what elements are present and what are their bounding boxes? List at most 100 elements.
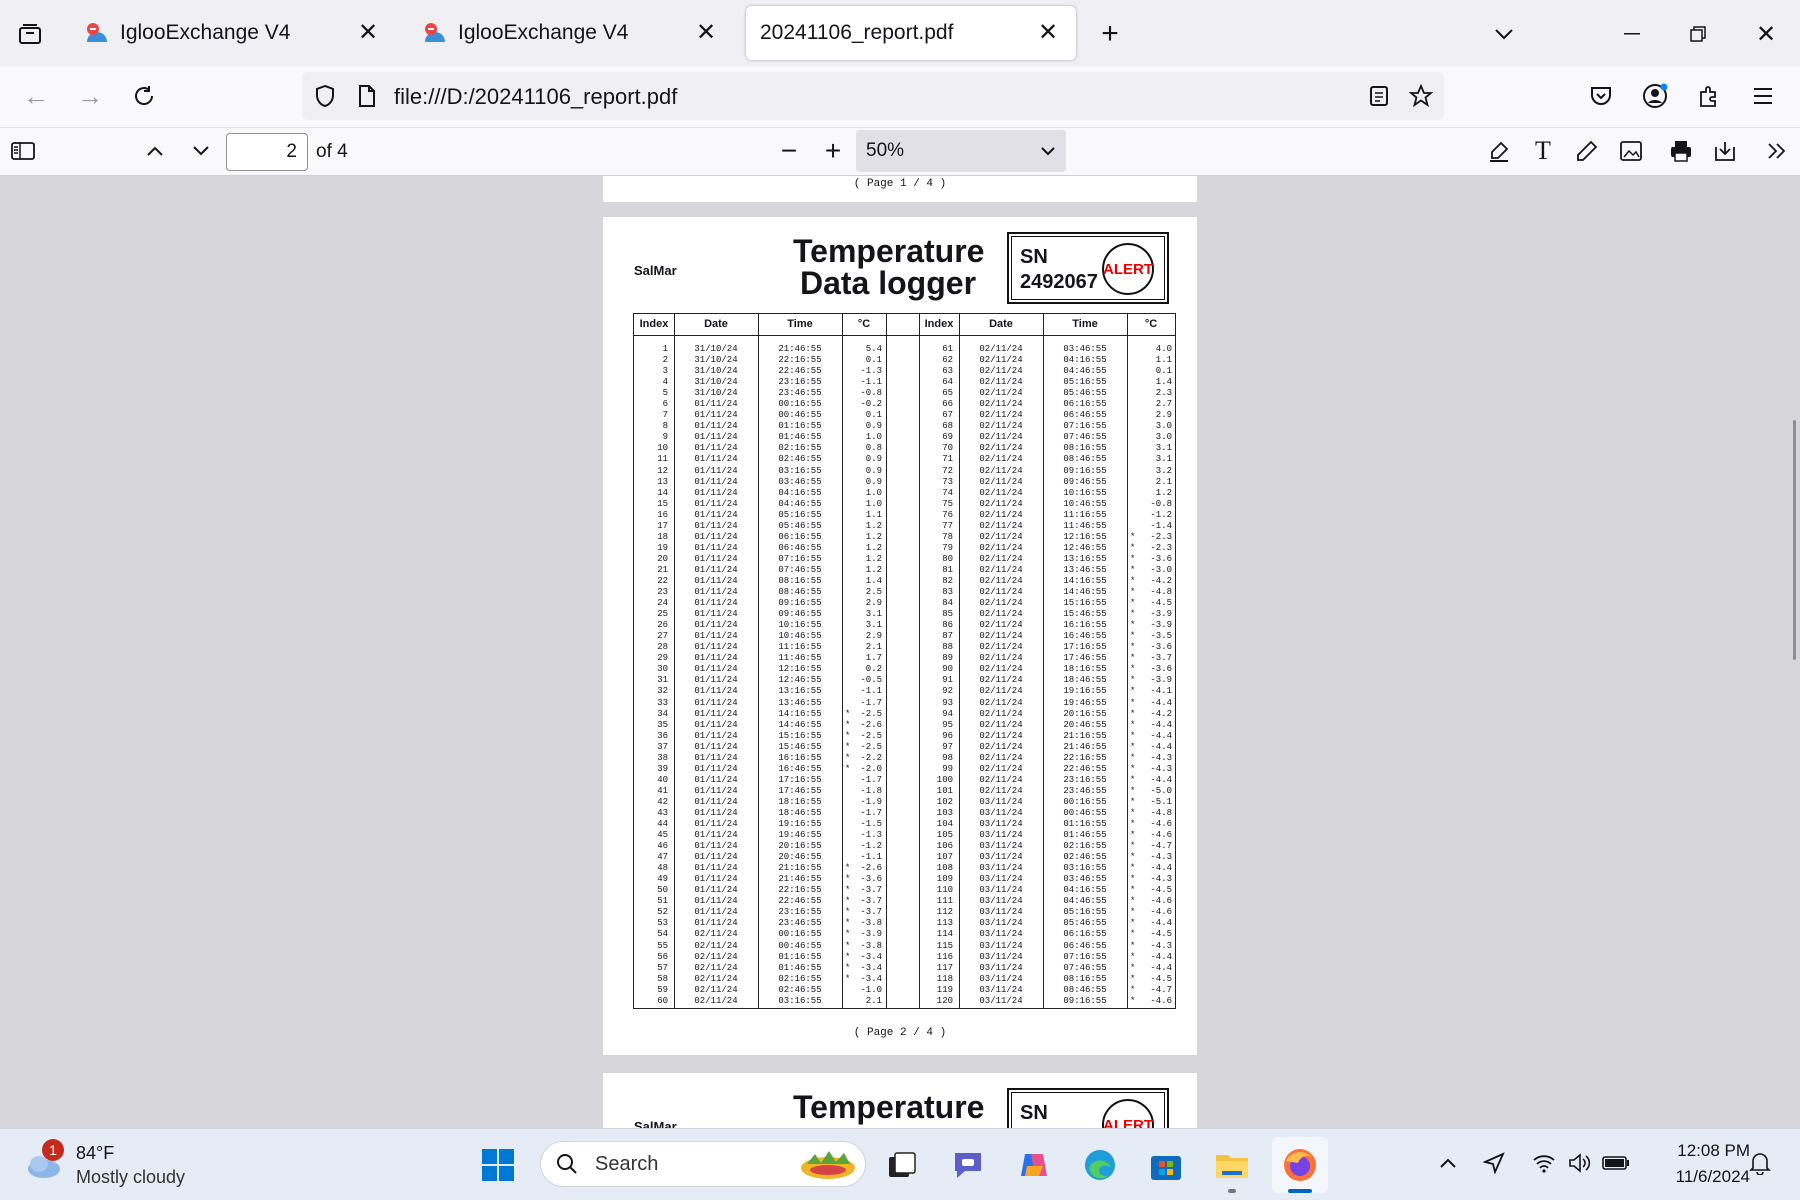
reader-view-icon[interactable] [1364,81,1394,111]
col-header-index: Index [639,318,669,330]
sn-label: SN [1020,246,1048,268]
temperature-column: 5.4 0.1 -1.3 -1.1 -0.8 -0.2 0.1 0.9 1.0 … [860,344,882,1006]
pdf-viewer[interactable]: ( Page 1 / 4 ) SalMar Temperature Data l… [0,176,1800,1128]
page-count-label: of 4 [316,141,348,162]
company-logo-text: SalMar [634,1119,677,1128]
system-clock[interactable]: 12:08 PM 11/6/2024 [1640,1141,1750,1187]
index-column: 61 62 63 64 65 66 67 68 69 70 71 72 73 7… [936,344,953,1006]
igloo-favicon-icon [84,20,110,46]
notification-badge: 1 [42,1139,64,1161]
page-footer: ( Page 1 / 4 ) [853,178,947,190]
serial-number-box: SN ALERT [1007,1088,1169,1128]
close-tab-icon[interactable]: ✕ [354,19,382,47]
edge-browser-icon[interactable] [1080,1145,1120,1185]
volume-icon[interactable] [1564,1147,1596,1179]
col-header-time: Time [787,318,813,330]
restore-icon[interactable] [1682,18,1714,50]
list-tabs-chevron-icon[interactable] [1488,18,1520,50]
igloo-favicon-icon [422,20,448,46]
title-line-2: Data logger [799,265,977,301]
tab-igloo-1[interactable]: IglooExchange V4 ✕ [70,6,396,60]
sidebar-toggle-icon[interactable] [8,136,38,166]
taskbar-search-box[interactable]: Search [540,1141,866,1187]
browser-window: IglooExchange V4 ✕ IglooExchange V4 ✕ 20… [0,0,1800,1200]
copilot-icon[interactable] [1014,1145,1054,1185]
tab-title: 20241106_report.pdf [760,21,954,44]
minimize-icon[interactable] [1616,18,1648,50]
weather-temp: 84°F [76,1143,115,1163]
start-windows-icon[interactable] [478,1145,518,1185]
firefox-icon[interactable] [1272,1137,1328,1193]
shield-icon[interactable] [310,81,340,111]
battery-icon[interactable] [1600,1147,1632,1179]
zoom-out-icon[interactable]: − [774,135,804,166]
file-page-icon [352,81,382,111]
search-icon [555,1152,579,1181]
clock-date: 11/6/2024 [1675,1167,1750,1186]
back-arrow-icon[interactable]: ← [20,80,52,112]
tab-title: IglooExchange V4 [458,21,629,44]
col-header-temp: °C [857,318,871,330]
search-highlight-icon [797,1146,859,1189]
url-text[interactable]: file:///D:/20241106_report.pdf [394,84,677,110]
vertical-scrollbar[interactable] [1793,420,1796,660]
zoom-value: 50% [866,140,905,161]
account-icon[interactable] [1640,81,1670,111]
notifications-bell-icon[interactable] [1744,1147,1776,1179]
file-explorer-icon[interactable] [1212,1145,1252,1193]
zoom-select[interactable]: 50% [856,130,1066,172]
text-tool-icon[interactable]: T [1528,136,1558,166]
location-arrow-icon[interactable] [1478,1147,1510,1179]
reload-icon[interactable] [128,80,160,112]
title-line-1: Temperature [793,233,985,269]
forward-arrow-icon[interactable]: → [74,80,106,112]
highlight-icon[interactable] [1484,136,1514,166]
active-indicator [1288,1189,1312,1193]
report-title: Temperature Data logger [793,233,985,301]
date-column: 31/10/24 31/10/24 31/10/24 31/10/24 31/1… [694,344,738,1006]
image-insert-icon[interactable] [1616,136,1646,166]
tab-overview-icon[interactable] [14,18,46,50]
wifi-icon[interactable] [1528,1147,1560,1179]
page-footer: ( Page 2 / 4 ) [853,1027,947,1039]
column-divider [886,314,887,1008]
teams-chat-icon[interactable] [948,1145,988,1185]
microsoft-store-icon[interactable] [1146,1145,1186,1185]
col-header-time: Time [1072,318,1098,330]
task-view-icon[interactable] [882,1145,922,1185]
save-download-icon[interactable] [1710,136,1740,166]
close-tab-icon[interactable]: ✕ [1034,19,1062,47]
sn-value: 2492067 [1020,271,1098,293]
weather-widget[interactable]: 1 84°F Mostly cloudy [24,1139,224,1191]
time-column: 21:46:55 22:16:55 22:46:55 23:16:55 23:4… [778,344,822,1006]
show-hidden-icons-chevron[interactable] [1432,1147,1464,1179]
pocket-icon[interactable] [1586,81,1616,111]
table-header: Index Date Time °C Index Date Time °C [634,314,1175,336]
temperature-column: 4.0 1.1 0.1 1.4 2.3 2.7 2.9 3.0 3.0 3.1 … [1150,344,1172,1006]
alert-stamp: ALERT [1102,243,1154,295]
search-placeholder: Search [595,1153,659,1175]
more-tools-chevron-icon[interactable] [1762,136,1792,166]
serial-number-box: SN 2492067 ALERT [1007,232,1169,304]
previous-page-icon[interactable] [140,136,170,166]
app-menu-icon[interactable] [1748,81,1778,111]
index-column: 1 2 3 4 5 6 7 8 9 10 11 12 13 14 15 16 1… [657,344,668,1006]
tab-report-pdf[interactable]: 20241106_report.pdf ✕ [746,6,1076,60]
draw-pen-icon[interactable] [1572,136,1602,166]
new-tab-icon[interactable]: + [1094,17,1126,50]
bookmark-star-icon[interactable] [1406,81,1436,111]
next-page-icon[interactable] [186,136,216,166]
close-tab-icon[interactable]: ✕ [692,19,720,47]
serial-number: SN 2492067 [1020,245,1098,295]
print-icon[interactable] [1666,136,1696,166]
dropdown-chevron-icon [1040,130,1056,172]
tab-igloo-2[interactable]: IglooExchange V4 ✕ [408,6,734,60]
page-number-input[interactable]: 2 [226,133,308,171]
col-header-date: Date [704,318,728,330]
report-title: Temperature [793,1089,985,1125]
zoom-in-icon[interactable]: + [818,135,848,166]
close-window-icon[interactable]: ✕ [1750,18,1782,50]
extensions-puzzle-icon[interactable] [1694,81,1724,111]
sn-label: SN [1020,1102,1048,1124]
clock-time: 12:08 PM [1677,1141,1750,1160]
